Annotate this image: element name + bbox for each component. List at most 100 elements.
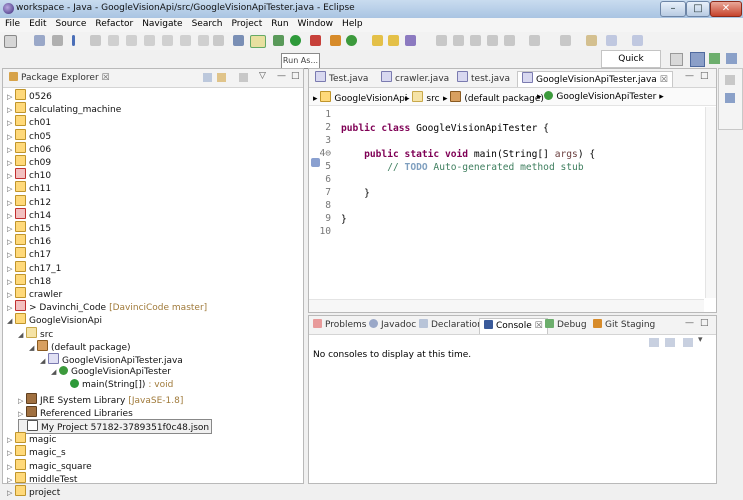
coverage-icon[interactable] [310, 35, 321, 46]
use-step-filters-icon[interactable] [233, 35, 244, 46]
expand-toggle-icon[interactable]: ◢ [7, 315, 15, 328]
tab-declaration[interactable]: Declaration [419, 318, 483, 333]
open-task-icon[interactable] [405, 35, 416, 46]
tree-item[interactable]: main(String[]): void [62, 379, 173, 392]
open-console-icon[interactable] [683, 338, 693, 347]
tree-item[interactable]: ▷ ch14 [7, 207, 51, 221]
minimize-icon[interactable]: — [685, 318, 694, 328]
expand-toggle-icon[interactable]: ◢ [29, 342, 37, 355]
menu-window[interactable]: Window [293, 18, 338, 29]
tab-googlevisionapitester-java[interactable]: GoogleVisionApiTester.java ☒ [517, 71, 673, 87]
tree-item[interactable]: ▷ ch01 [7, 115, 51, 128]
external-tools-icon[interactable] [330, 35, 341, 46]
task-marker-icon[interactable] [311, 158, 320, 167]
close-icon[interactable]: ☒ [660, 75, 668, 85]
tree-item[interactable]: ◢ (default package) [29, 339, 131, 355]
tab-debug[interactable]: Debug [545, 318, 587, 333]
tree-item[interactable]: ▷ magic_square [7, 458, 92, 472]
tree-item[interactable]: ▷ calculating_machine [7, 102, 121, 115]
tree-item[interactable]: ▷ Referenced Libraries [18, 405, 133, 419]
tree-item[interactable]: ◢ GoogleVisionApi [7, 313, 102, 326]
expand-toggle-icon[interactable]: ◢ [18, 329, 26, 342]
tree-item[interactable]: ▷ magic [7, 432, 56, 445]
disconnect-icon[interactable] [162, 35, 173, 46]
tree-item[interactable]: ▷ magic_s [7, 445, 66, 458]
suspend-icon[interactable] [126, 35, 137, 46]
horizontal-scrollbar[interactable] [309, 299, 704, 312]
forward-icon[interactable] [632, 35, 643, 46]
toggle-breadcrumb-icon[interactable] [470, 35, 481, 46]
new-java-class-icon[interactable] [346, 35, 357, 46]
annotation-icon[interactable] [453, 35, 464, 46]
tree-item[interactable]: ▷ ch15 [7, 221, 51, 234]
quick-access-input[interactable]: Quick Access [601, 50, 661, 80]
maximize-icon[interactable]: □ [291, 71, 300, 81]
breadcrumb-item-src[interactable]: ▸ src [405, 91, 440, 104]
menu-edit[interactable]: Edit [24, 18, 50, 29]
prev-annotation-icon[interactable] [560, 35, 571, 46]
menu-search[interactable]: Search [187, 18, 227, 29]
new-package-icon[interactable] [372, 35, 383, 46]
tree-item[interactable]: ▷ ch17_1 [7, 260, 61, 274]
show-whitespace-icon[interactable] [487, 35, 498, 46]
outline-icon[interactable] [725, 93, 735, 103]
close-icon[interactable]: ☒ [535, 321, 543, 331]
step-into-icon[interactable] [180, 35, 191, 46]
tree-item[interactable]: ▷ ch18 [7, 273, 51, 287]
code-editor[interactable]: 1 2 public class GoogleVisionApiTester {3 4… [309, 107, 704, 298]
pin-console-icon[interactable] [665, 338, 675, 347]
resume-icon[interactable] [108, 35, 119, 46]
tree-item[interactable]: ▷ ch11 [7, 181, 51, 194]
tab-console[interactable]: Console ☒ [479, 318, 548, 334]
minimize-button[interactable]: – [660, 1, 686, 17]
maximize-icon[interactable]: □ [700, 318, 709, 328]
display-selected-console-icon[interactable] [649, 338, 659, 347]
breadcrumb-item-class[interactable]: ▸ GoogleVisionApiTester ▸ [537, 91, 664, 102]
menu-navigate[interactable]: Navigate [137, 18, 186, 29]
toggle-mark-occurrences-icon[interactable] [250, 35, 266, 48]
skip-breakpoints-icon[interactable] [90, 35, 101, 46]
restore-icon[interactable] [725, 75, 735, 85]
last-edit-icon[interactable] [586, 35, 597, 46]
next-annotation-icon[interactable] [529, 35, 540, 46]
tab-test-lower-java[interactable]: test.java [457, 71, 510, 86]
new-icon[interactable] [4, 35, 17, 48]
tab-javadoc[interactable]: Javadoc [369, 318, 416, 333]
minimize-icon[interactable]: — [685, 71, 694, 81]
open-perspective-icon[interactable] [670, 53, 683, 66]
git-perspective-icon[interactable] [726, 53, 737, 64]
maximize-button[interactable]: □ [686, 1, 710, 17]
tree-item[interactable]: ◢ GoogleVisionApiTester.java [40, 353, 183, 366]
back-icon[interactable] [606, 35, 617, 46]
tree-item[interactable]: ▷ ch06 [7, 141, 51, 155]
maximize-icon[interactable]: □ [700, 71, 709, 81]
menu-refactor[interactable]: Refactor [90, 18, 137, 29]
step-return-icon[interactable] [213, 35, 224, 46]
menu-file[interactable]: File [0, 18, 24, 29]
menu-run[interactable]: Run [266, 18, 292, 29]
tree-item[interactable]: ▷ ch17 [7, 247, 51, 260]
tree-item[interactable]: ▷ project [7, 485, 60, 498]
link-with-editor-icon[interactable] [217, 73, 226, 82]
expand-toggle-icon[interactable]: ▷ [7, 487, 15, 500]
step-over-icon[interactable] [198, 35, 209, 46]
tree-item[interactable]: ▷ ch05 [7, 128, 51, 142]
breadcrumb-item-project[interactable]: ▸ GoogleVisionApi [313, 91, 407, 104]
breadcrumb-item-package[interactable]: ▸ (default package) [443, 91, 544, 104]
minimize-icon[interactable]: — [277, 71, 286, 81]
run-icon[interactable] [290, 35, 301, 46]
tree-item[interactable]: ▷ ch09 [7, 155, 51, 168]
block-selection-icon[interactable] [504, 35, 515, 46]
tab-package-explorer[interactable]: Package Explorer ☒ [9, 71, 110, 86]
close-button[interactable]: ✕ [710, 1, 742, 17]
tree-item[interactable]: ▷ ch10 [7, 168, 51, 181]
debug-perspective-icon[interactable] [709, 53, 720, 64]
close-icon[interactable]: ☒ [102, 73, 110, 83]
menu-source[interactable]: Source [51, 18, 91, 29]
tree-item[interactable]: ▷ 0526 [7, 89, 52, 102]
save-icon[interactable] [34, 35, 45, 46]
open-type-icon[interactable] [388, 35, 399, 46]
filters-icon[interactable] [239, 73, 248, 82]
debug-icon[interactable] [273, 35, 284, 46]
view-menu-icon[interactable]: ▽ [259, 71, 266, 81]
